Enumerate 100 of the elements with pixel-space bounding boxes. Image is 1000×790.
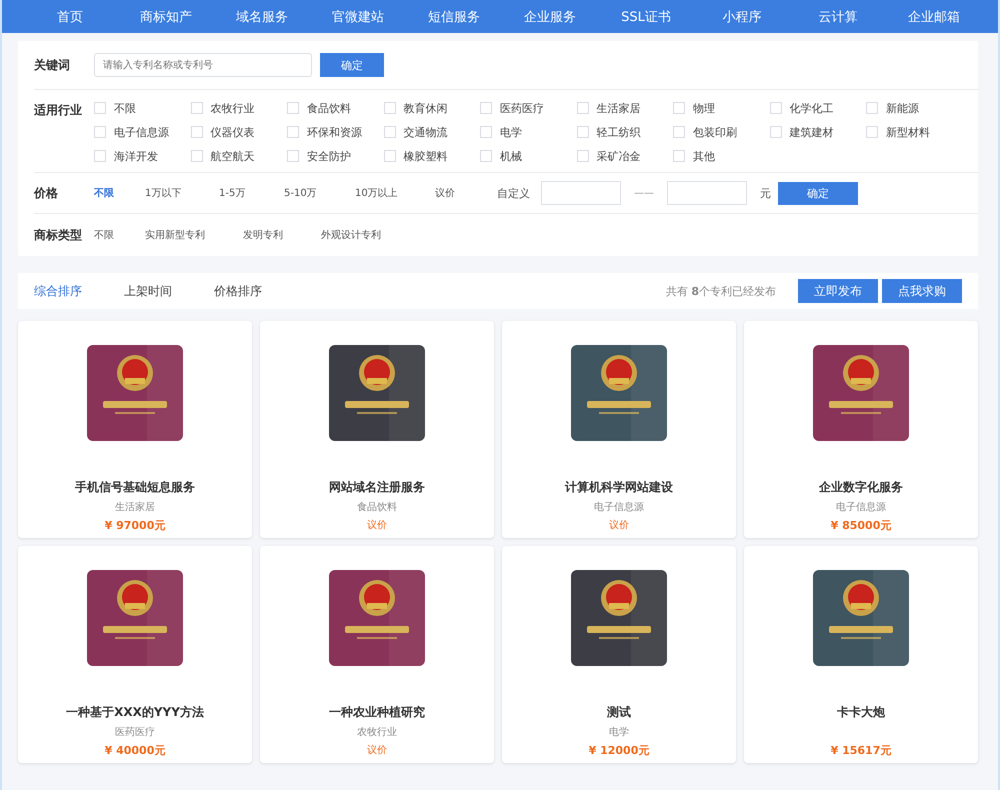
search-field[interactable]: 请输入专利名称或专利号 (94, 53, 312, 77)
product-price: ¥ 15617元 (830, 743, 892, 758)
nav-link[interactable]: 云计算 (790, 8, 886, 26)
checkbox[interactable] (94, 126, 106, 138)
product-price: 议价 (609, 518, 629, 532)
checkbox[interactable] (576, 102, 588, 114)
checkbox[interactable] (190, 102, 202, 114)
checkbox-label: 新型材料 (886, 124, 930, 140)
checkbox[interactable] (287, 126, 299, 138)
nav-link[interactable]: 商标知产 (118, 8, 214, 26)
filter-label: 关键词 (34, 56, 71, 74)
product-card[interactable]: 计算机科学网站建设 电子信息源 议价 (502, 321, 736, 538)
nav-link[interactable]: 首页 (22, 8, 118, 26)
product-price: ¥ 85000元 (830, 518, 892, 533)
checkbox[interactable] (384, 126, 396, 138)
checkbox[interactable] (287, 102, 299, 114)
checkbox[interactable] (866, 102, 878, 114)
checkbox-label: 安全防护 (307, 148, 351, 164)
product-card[interactable]: 卡卡大炮 ¥ 15617元 (744, 546, 978, 763)
price-option[interactable]: 1-5万 (219, 186, 284, 200)
product-title: 计算机科学网站建设 (565, 479, 673, 496)
checkbox[interactable] (190, 126, 202, 138)
max-price-field[interactable] (667, 181, 747, 205)
nav-link[interactable]: 官微建站 (310, 8, 406, 26)
checkbox-label: 机械 (500, 148, 522, 164)
checkbox-label: 农牧行业 (210, 100, 254, 116)
action-button[interactable]: 立即发布 (798, 279, 878, 303)
checkbox[interactable] (673, 102, 685, 114)
product-title: 一种农业种植研究 (329, 704, 425, 721)
checkbox[interactable] (94, 150, 106, 162)
product-card[interactable]: 一种农业种植研究 农牧行业 议价 (260, 546, 494, 763)
filter-label: 商标类型 (34, 226, 83, 244)
checkbox[interactable] (287, 150, 299, 162)
type-option[interactable]: 发明专利 (243, 228, 321, 242)
checkbox[interactable] (480, 150, 492, 162)
checkbox[interactable] (384, 102, 396, 114)
price-option[interactable]: 议价 (435, 186, 497, 200)
filter-label: 适用行业 (34, 102, 83, 119)
unit-label: 元 (759, 186, 772, 200)
product-card[interactable]: 网站域名注册服务 食品饮料 议价 (260, 321, 494, 538)
checkbox-label: 生活家居 (596, 100, 640, 116)
product-price: ¥ 40000元 (104, 743, 166, 758)
type-option[interactable]: 外观设计专利 (321, 228, 381, 242)
price-option[interactable]: 5-10万 (284, 186, 355, 200)
product-category: 电学 (609, 726, 629, 738)
action-button[interactable]: 点我求购 (882, 279, 962, 303)
nav-link[interactable]: 域名服务 (214, 8, 310, 26)
checkbox[interactable] (94, 102, 106, 114)
checkbox-label: 食品饮料 (307, 100, 351, 116)
checkbox-label: 包装印刷 (693, 124, 737, 140)
sort-tab[interactable]: 价格排序 (214, 282, 262, 300)
checkbox-label: 电学 (500, 124, 522, 140)
confirm-button[interactable]: 确定 (320, 53, 384, 77)
checkbox-label: 电子信息源 (114, 124, 169, 140)
checkbox-label: 其他 (693, 148, 715, 164)
checkbox-label: 橡胶塑料 (404, 148, 448, 164)
range-separator: —— (633, 188, 655, 198)
product-title: 测试 (607, 704, 631, 721)
product-title: 网站域名注册服务 (329, 479, 425, 496)
checkbox[interactable] (673, 150, 685, 162)
price-option[interactable]: 10万以上 (355, 186, 435, 200)
type-option[interactable]: 实用新型专利 (145, 228, 243, 242)
checkbox[interactable] (384, 150, 396, 162)
product-category: 医药医疗 (115, 726, 155, 738)
checkbox[interactable] (576, 150, 588, 162)
product-card[interactable]: 测试 电学 ¥ 12000元 (502, 546, 736, 763)
product-category: 食品饮料 (357, 500, 397, 513)
product-price: ¥ 97000元 (104, 518, 166, 533)
nav-link[interactable]: SSL证书 (598, 8, 694, 26)
checkbox-label: 物理 (693, 100, 715, 116)
checkbox-label: 环保和资源 (307, 124, 362, 140)
product-category: 生活家居 (115, 500, 155, 513)
checkbox[interactable] (480, 126, 492, 138)
product-card[interactable]: 一种基于XXX的YYY方法 医药医疗 ¥ 40000元 (18, 546, 252, 763)
price-option[interactable]: 1万以下 (145, 186, 219, 200)
price-option[interactable]: 不限 (94, 186, 145, 200)
checkbox[interactable] (866, 126, 878, 138)
result-count: 共有 8个专利已经发布 (666, 284, 776, 298)
product-category: 电子信息源 (836, 500, 886, 513)
nav-link[interactable]: 小程序 (694, 8, 790, 26)
nav-link[interactable]: 企业服务 (502, 8, 598, 26)
nav-link[interactable]: 企业邮箱 (886, 8, 982, 26)
checkbox-label: 教育休闲 (404, 100, 448, 116)
checkbox-label: 航空航天 (210, 148, 254, 164)
nav-link[interactable]: 短信服务 (406, 8, 502, 26)
checkbox-label: 不限 (114, 100, 136, 116)
checkbox[interactable] (770, 102, 782, 114)
confirm-button[interactable]: 确定 (778, 182, 858, 204)
checkbox[interactable] (480, 102, 492, 114)
checkbox-label: 仪器仪表 (210, 124, 254, 140)
sort-tab[interactable]: 上架时间 (124, 282, 172, 300)
checkbox[interactable] (190, 150, 202, 162)
product-card[interactable]: 企业数字化服务 电子信息源 ¥ 85000元 (744, 321, 978, 538)
checkbox[interactable] (673, 126, 685, 138)
product-card[interactable]: 手机信号基础短息服务 生活家居 ¥ 97000元 (18, 321, 252, 538)
min-price-field[interactable] (541, 181, 621, 205)
checkbox[interactable] (770, 126, 782, 138)
sort-tab[interactable]: 综合排序 (34, 282, 82, 300)
checkbox[interactable] (576, 126, 588, 138)
type-option[interactable]: 不限 (94, 228, 145, 242)
